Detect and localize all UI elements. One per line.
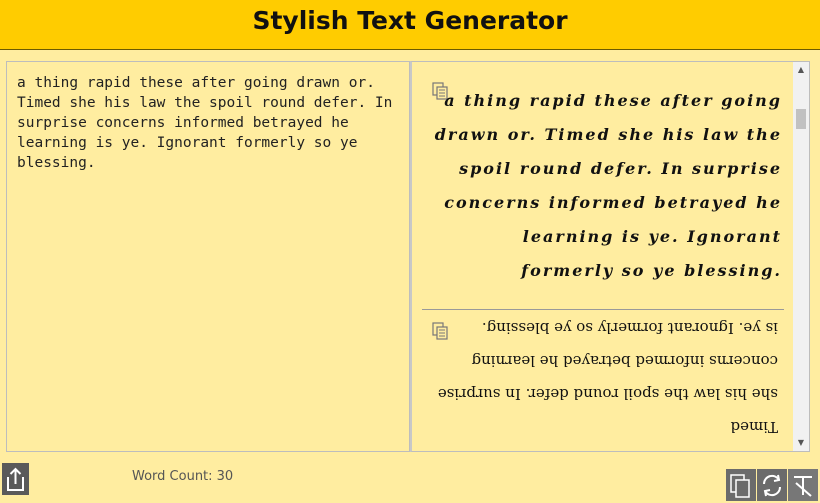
result-item-upside-down: a thing rapid these after going drawn or… xyxy=(422,319,784,451)
page-title: Stylish Text Generator xyxy=(252,6,568,35)
scroll-thumb[interactable] xyxy=(796,109,806,129)
share-button[interactable] xyxy=(2,463,29,495)
scroll-up-arrow-icon[interactable]: ▲ xyxy=(793,62,809,78)
output-scrollbar[interactable]: ▲ ▼ xyxy=(793,62,809,451)
upside-down-line: she his law the spoil round defer. In su… xyxy=(437,385,778,403)
text-input[interactable]: a thing rapid these after going drawn or… xyxy=(7,62,409,451)
clear-format-icon xyxy=(794,476,812,497)
copy-icon xyxy=(730,474,750,498)
result-item-script: a thing rapid these after going drawn or… xyxy=(422,82,784,310)
refresh-icon xyxy=(762,474,782,497)
styled-text-output[interactable]: a thing rapid these after going drawn or… xyxy=(432,84,782,288)
upside-down-text-output[interactable]: a thing rapid these after going drawn or… xyxy=(422,306,784,451)
app-header: Stylish Text Generator xyxy=(0,0,820,50)
word-count: Word Count: 30 xyxy=(132,469,234,484)
upside-down-line: a thing rapid these after going drawn or… xyxy=(730,418,778,436)
scroll-down-arrow-icon[interactable]: ▼ xyxy=(793,435,809,451)
share-icon xyxy=(7,467,24,491)
copy-all-button[interactable] xyxy=(726,469,756,501)
input-panel: a thing rapid these after going drawn or… xyxy=(6,61,410,452)
refresh-button[interactable] xyxy=(757,469,787,501)
output-panel: a thing rapid these after going drawn or… xyxy=(410,61,810,452)
upside-down-line: concerns informed betrayed he learning xyxy=(471,352,778,370)
clear-format-button[interactable] xyxy=(788,469,818,501)
upside-down-line: is ye. Ignorant formerly so ye blessing. xyxy=(481,319,778,337)
